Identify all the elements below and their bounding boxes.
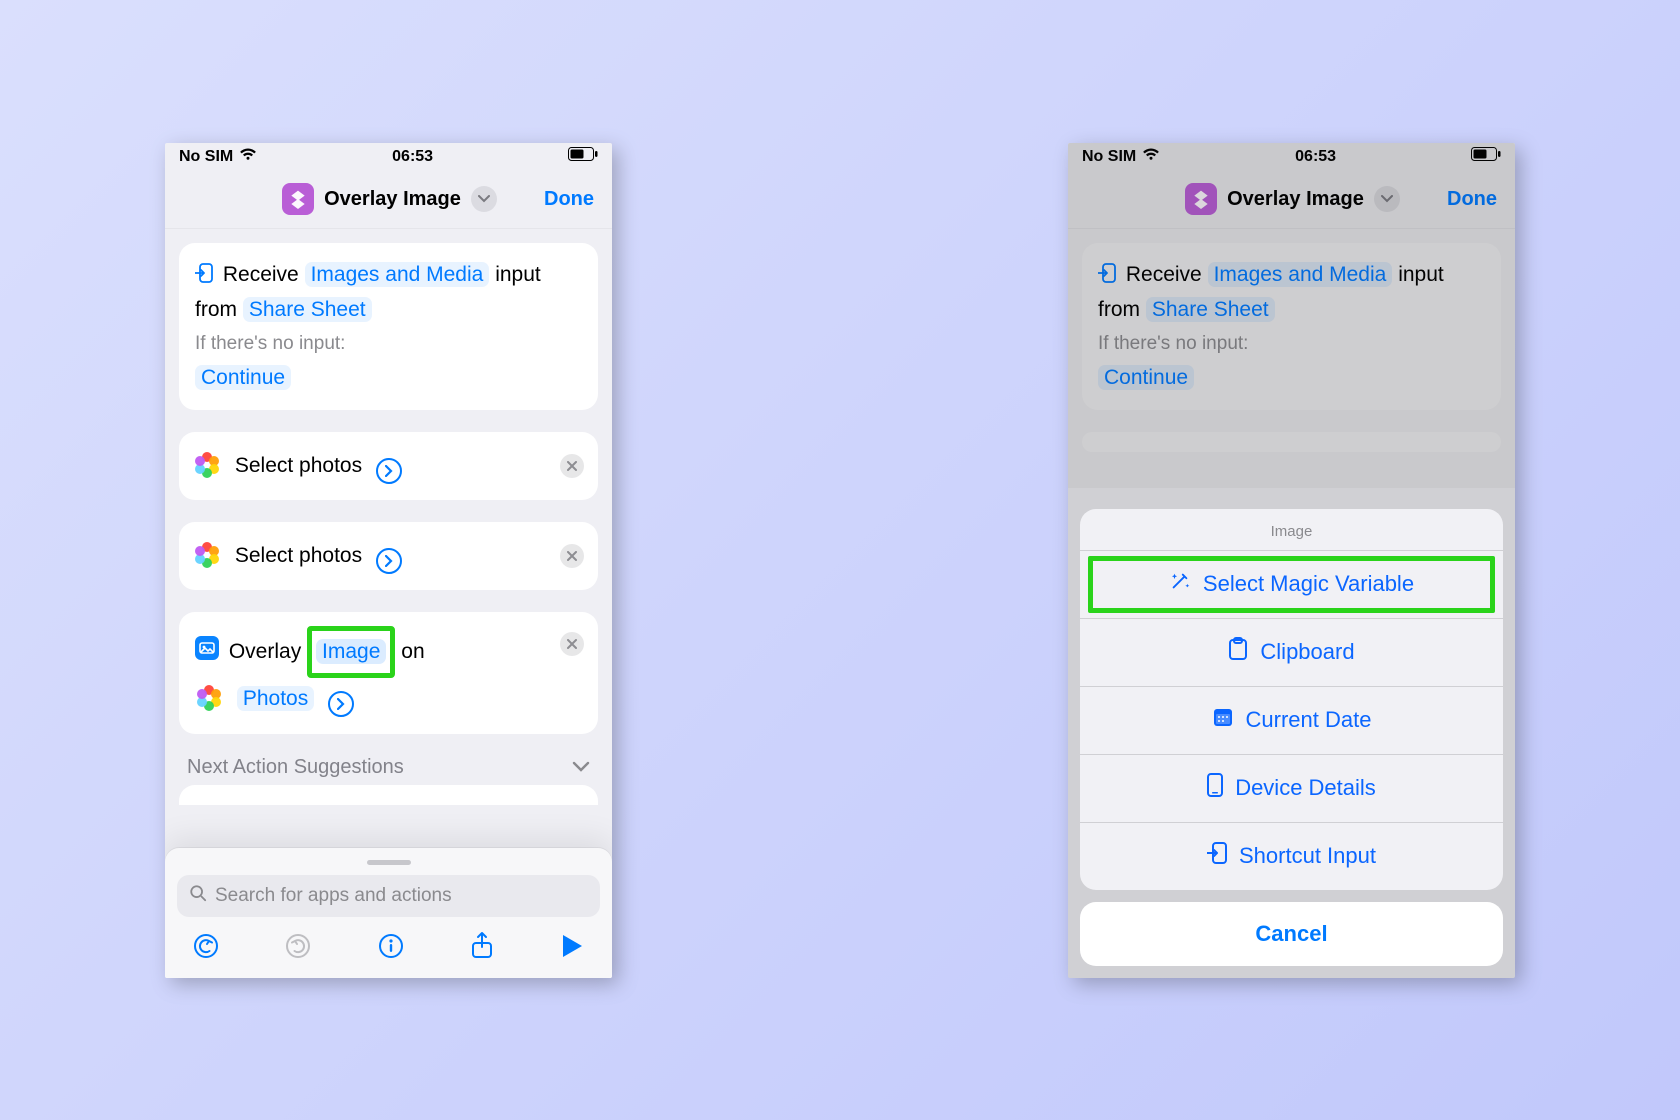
clipboard-icon xyxy=(1228,637,1248,667)
title-menu-button[interactable] xyxy=(471,186,497,212)
current-date-option[interactable]: Current Date xyxy=(1080,686,1503,754)
overlay-image-action[interactable]: Overlay Image on Photos xyxy=(179,612,598,734)
drag-handle[interactable] xyxy=(367,860,411,865)
sheet-item-label: Select Magic Variable xyxy=(1203,571,1414,597)
remove-action-button[interactable] xyxy=(560,632,584,656)
overlay-on-label: on xyxy=(401,640,424,663)
actions-drawer[interactable]: Search for apps and actions xyxy=(165,848,612,978)
photos-app-icon xyxy=(197,685,221,709)
search-icon xyxy=(189,884,207,908)
select-photos-label: Select photos xyxy=(235,454,362,477)
no-input-label: If there's no input: xyxy=(195,328,582,360)
undo-button[interactable] xyxy=(193,933,219,964)
info-button[interactable] xyxy=(378,933,404,964)
redo-button[interactable] xyxy=(285,933,311,964)
sheet-item-label: Device Details xyxy=(1235,775,1376,801)
battery-icon xyxy=(568,147,598,166)
chevron-down-icon xyxy=(572,756,590,779)
overlay-glyph-icon xyxy=(195,636,219,660)
phone-right: No SIM 06:53 Overlay Image Done xyxy=(1068,143,1515,978)
device-icon xyxy=(1207,773,1223,803)
suggestions-label: Next Action Suggestions xyxy=(187,756,404,779)
shortcut-input-option[interactable]: Shortcut Input xyxy=(1080,822,1503,890)
next-action-suggestions-header[interactable]: Next Action Suggestions xyxy=(179,756,598,785)
status-bar: No SIM 06:53 xyxy=(165,143,612,171)
sheet-item-label: Clipboard xyxy=(1260,639,1354,665)
select-photos-label: Select photos xyxy=(235,544,362,567)
photos-app-icon xyxy=(195,542,219,566)
input-types-token[interactable]: Images and Media xyxy=(305,262,490,287)
play-button[interactable] xyxy=(560,933,584,964)
search-placeholder: Search for apps and actions xyxy=(215,885,452,907)
select-magic-variable-option[interactable]: Select Magic Variable xyxy=(1080,550,1503,618)
calendar-icon xyxy=(1212,706,1234,734)
image-variable-token[interactable]: Image xyxy=(316,639,386,664)
share-button[interactable] xyxy=(470,931,494,966)
wifi-icon xyxy=(239,147,257,166)
suggestion-card-peek xyxy=(179,785,598,805)
clipboard-option[interactable]: Clipboard xyxy=(1080,618,1503,686)
device-details-option[interactable]: Device Details xyxy=(1080,754,1503,822)
carrier-text: No SIM xyxy=(179,148,233,166)
clock-text: 06:53 xyxy=(392,148,433,166)
phone-left: No SIM 06:53 Overlay Image Done xyxy=(165,143,612,978)
photos-variable-token[interactable]: Photos xyxy=(237,686,314,711)
sheet-title: Image xyxy=(1080,509,1503,550)
sheet-item-label: Shortcut Input xyxy=(1239,843,1376,869)
chevron-right-icon[interactable] xyxy=(328,691,354,717)
page-title: Overlay Image xyxy=(324,188,461,211)
nav-bar: Overlay Image Done xyxy=(165,171,612,229)
input-icon xyxy=(1207,842,1227,870)
overlay-verb: Overlay xyxy=(229,640,301,663)
variable-picker-sheet: Image Select Magic Variable Clipboard Cu… xyxy=(1080,509,1503,966)
shortcuts-icon xyxy=(282,183,314,215)
sheet-item-label: Current Date xyxy=(1246,707,1372,733)
done-button[interactable]: Done xyxy=(544,188,594,211)
fallback-token[interactable]: Continue xyxy=(195,365,291,390)
input-icon xyxy=(195,263,213,283)
input-source-token[interactable]: Share Sheet xyxy=(243,297,372,322)
receive-input-card: Receive Images and Media input from Shar… xyxy=(179,243,598,410)
search-input[interactable]: Search for apps and actions xyxy=(177,875,600,917)
editor-toolbar xyxy=(177,917,600,972)
receive-label: Receive xyxy=(223,263,299,286)
select-photos-action-1[interactable]: Select photos xyxy=(179,432,598,500)
remove-action-button[interactable] xyxy=(560,544,584,568)
cancel-button[interactable]: Cancel xyxy=(1080,902,1503,966)
chevron-right-icon[interactable] xyxy=(376,458,402,484)
highlight-box: Image xyxy=(307,626,395,678)
photos-app-icon xyxy=(195,452,219,476)
remove-action-button[interactable] xyxy=(560,454,584,478)
select-photos-action-2[interactable]: Select photos xyxy=(179,522,598,590)
wand-icon xyxy=(1169,570,1191,598)
chevron-right-icon[interactable] xyxy=(376,548,402,574)
